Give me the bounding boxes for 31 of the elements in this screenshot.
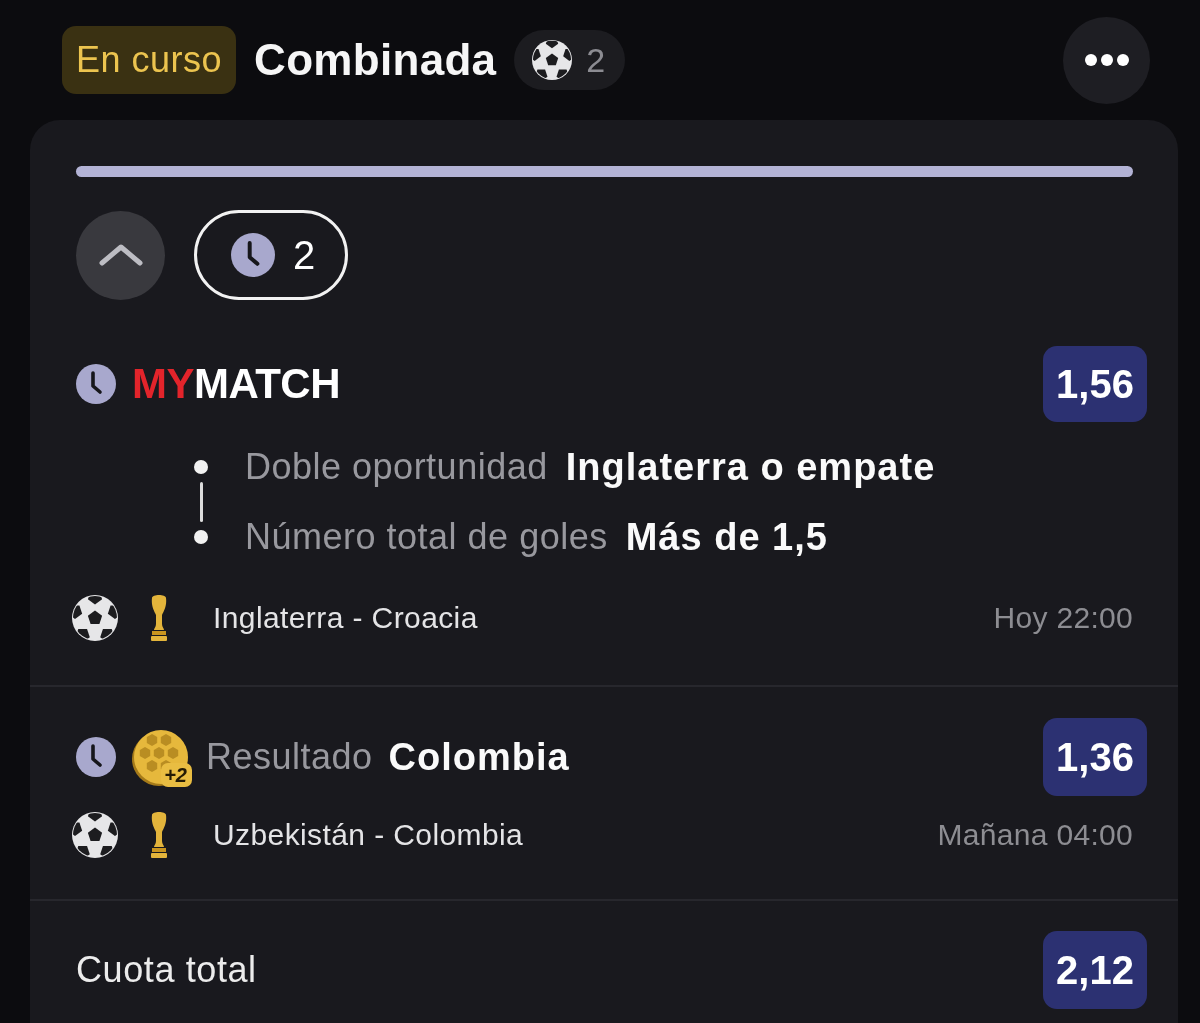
bonus-label: +2 [161, 763, 192, 787]
match-name: Uzbekistán - Colombia [213, 818, 524, 852]
page-title: Combinada [254, 35, 497, 85]
soccer-ball-icon [72, 812, 118, 858]
odds-value: 1,36 [1043, 718, 1147, 796]
soccer-ball-icon [72, 595, 118, 641]
bullet-icon [194, 530, 208, 544]
clock-icon [230, 233, 275, 277]
pick-label: Inglaterra o empate [565, 445, 936, 489]
pending-filter-button[interactable]: 2 [194, 210, 348, 300]
pick-label: Colombia [388, 735, 570, 779]
pick-label: Más de 1,5 [625, 515, 828, 559]
status-badge: En curso [62, 26, 237, 94]
soccer-ball-icon [532, 40, 573, 80]
connector-line [199, 482, 203, 522]
market-label: Número total de goles [245, 516, 608, 558]
trophy-icon [148, 812, 170, 858]
mymatch-logo: MYMATCH [132, 360, 341, 408]
chevron-icon [97, 243, 144, 267]
trophy-icon [148, 595, 170, 641]
total-label: Cuota total [76, 949, 257, 991]
more-icon [1084, 54, 1129, 66]
odds-value: 1,56 [1043, 346, 1147, 422]
market-label: Resultado [206, 736, 373, 778]
sport-count: 2 [586, 40, 606, 80]
bullet-icon [194, 460, 208, 474]
match-name: Inglaterra - Croacia [213, 601, 478, 635]
market-label: Doble oportunidad [245, 446, 548, 488]
total-odds: 2,12 [1043, 931, 1147, 1009]
match-time: Mañana 04:00 [937, 818, 1133, 852]
match-time: Hoy 22:00 [993, 601, 1133, 635]
